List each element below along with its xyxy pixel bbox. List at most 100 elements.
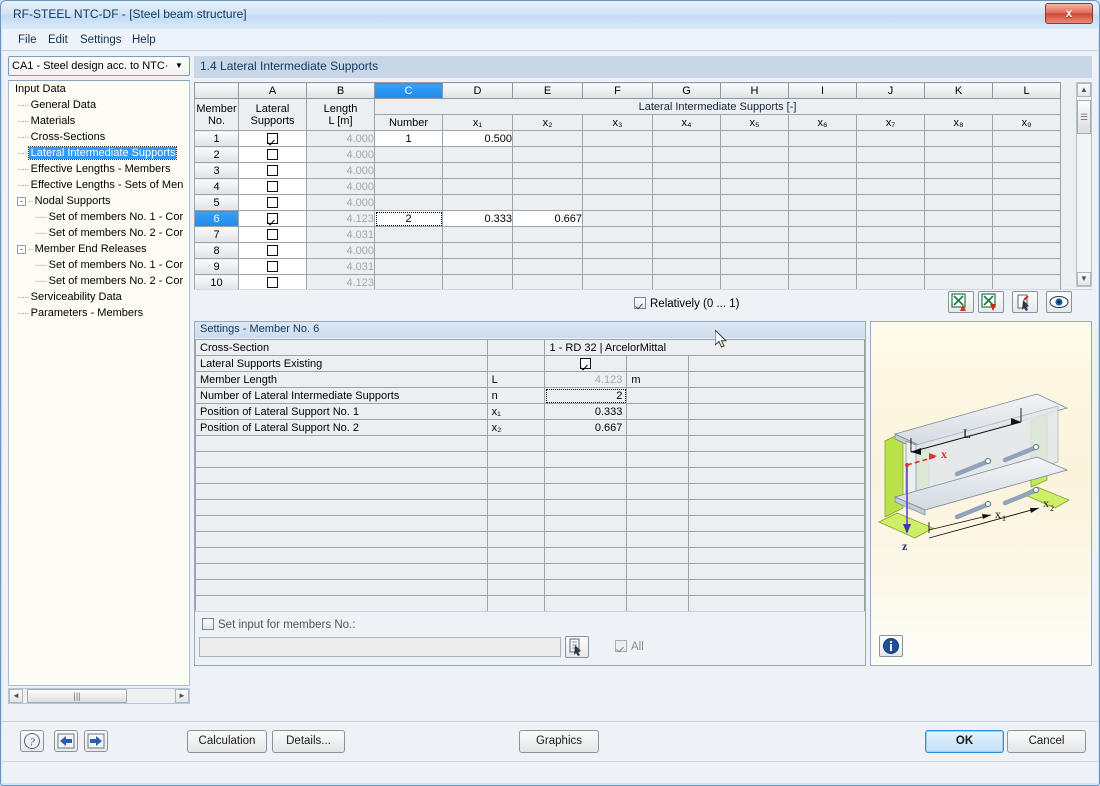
x2-cell[interactable]: 0.667	[512, 210, 583, 227]
settings-empty-row[interactable]	[195, 531, 865, 548]
settings-empty-row[interactable]	[195, 563, 865, 580]
empty-cell[interactable]	[788, 210, 857, 227]
x1-cell[interactable]	[442, 162, 513, 179]
x1-cell[interactable]	[442, 178, 513, 195]
empty-cell[interactable]	[924, 210, 993, 227]
settings-value[interactable]: 2	[544, 387, 628, 404]
empty-cell[interactable]	[788, 226, 857, 243]
row-header-9[interactable]: 9	[194, 258, 239, 275]
chevron-down-icon[interactable]: ▼	[171, 57, 187, 75]
empty-cell[interactable]	[652, 242, 721, 259]
tree-item-set-of-members-no-1-cor[interactable]: ····· Set of members No. 1 - Cor	[9, 257, 189, 273]
length-cell[interactable]: 4.000	[306, 242, 375, 259]
design-case-combobox[interactable]: CA1 - Steel design acc. to NTC· ▼	[8, 56, 190, 76]
cross-section-value[interactable]: 1 - RD 32 | ArcelorMittal	[544, 339, 865, 356]
empty-cell[interactable]	[788, 242, 857, 259]
table-row[interactable]: 6 4.123 2 0.333 0.667	[194, 210, 1061, 227]
settings-empty-row[interactable]	[195, 499, 865, 516]
empty-cell[interactable]	[992, 258, 1061, 275]
table-row[interactable]: 5 4.000	[194, 194, 1061, 211]
row-header-5[interactable]: 5	[194, 194, 239, 211]
table-row[interactable]: 7 4.031	[194, 226, 1061, 243]
empty-cell[interactable]	[720, 178, 789, 195]
settings-value[interactable]	[544, 579, 628, 596]
settings-row[interactable]: Member Length L 4.123 m	[195, 371, 865, 388]
empty-cell[interactable]	[856, 242, 925, 259]
tree-item-member-end-releases[interactable]: - ·· Member End Releases	[9, 241, 189, 257]
x2-cell[interactable]	[512, 130, 583, 147]
length-cell[interactable]: 4.031	[306, 226, 375, 243]
length-cell[interactable]: 4.000	[306, 178, 375, 195]
x2-cell[interactable]	[512, 146, 583, 163]
empty-cell[interactable]	[788, 194, 857, 211]
checkbox-indicator[interactable]	[580, 358, 592, 370]
empty-cell[interactable]	[924, 178, 993, 195]
settings-empty-row[interactable]	[195, 483, 865, 500]
empty-cell[interactable]	[924, 226, 993, 243]
empty-cell[interactable]	[856, 178, 925, 195]
info-button[interactable]	[879, 635, 903, 657]
settings-table[interactable]: Cross-Section 1 - RD 32 | ArcelorMittal La…	[195, 339, 865, 613]
x1-cell[interactable]: 0.333	[442, 210, 513, 227]
table-row[interactable]: 2 4.000	[194, 146, 1061, 163]
row-header-1[interactable]: 1	[194, 130, 239, 147]
column-header-D[interactable]: D	[442, 82, 513, 99]
column-header-C[interactable]: C	[374, 82, 443, 99]
empty-cell[interactable]	[720, 226, 789, 243]
checkbox-indicator[interactable]	[267, 261, 278, 273]
column-header-A[interactable]: A	[238, 82, 307, 99]
members-input[interactable]	[199, 637, 561, 657]
checkbox-indicator[interactable]	[267, 133, 278, 145]
length-cell[interactable]: 4.000	[306, 194, 375, 211]
relatively-checkbox[interactable]: Relatively (0 ... 1)	[634, 297, 739, 310]
column-header-F[interactable]: F	[582, 82, 653, 99]
lateral-supports-checkbox-cell[interactable]	[238, 194, 307, 211]
empty-cell[interactable]	[992, 242, 1061, 259]
settings-value[interactable]: 0.667	[544, 419, 628, 436]
tree-item-effective-lengths-sets-of-men[interactable]: ····· Effective Lengths - Sets of Men	[9, 177, 189, 193]
column-header-H[interactable]: H	[720, 82, 789, 99]
tree-expander-icon[interactable]: -	[17, 196, 26, 206]
empty-cell[interactable]	[652, 194, 721, 211]
empty-cell[interactable]	[720, 210, 789, 227]
column-header-G[interactable]: G	[652, 82, 721, 99]
empty-cell[interactable]	[652, 178, 721, 195]
x1-cell[interactable]	[442, 242, 513, 259]
export-excel-down-button[interactable]	[978, 291, 1004, 313]
empty-cell[interactable]	[652, 210, 721, 227]
lateral-supports-checkbox-cell[interactable]	[238, 226, 307, 243]
x2-cell[interactable]	[512, 242, 583, 259]
checkbox-indicator[interactable]	[267, 277, 278, 289]
empty-cell[interactable]	[788, 162, 857, 179]
settings-value[interactable]	[544, 595, 628, 612]
row-header-3[interactable]: 3	[194, 162, 239, 179]
number-cell[interactable]	[374, 242, 443, 259]
tree-item-effective-lengths-members[interactable]: ····· Effective Lengths - Members	[9, 161, 189, 177]
menu-help[interactable]: Help	[126, 32, 162, 48]
set-input-checkbox[interactable]: Set input for members No.:	[202, 618, 355, 631]
empty-cell[interactable]	[856, 162, 925, 179]
tree-item-parameters-members[interactable]: ····· Parameters - Members	[9, 305, 189, 321]
empty-cell[interactable]	[582, 194, 653, 211]
scroll-up-arrow-icon[interactable]: ▲	[1077, 83, 1091, 97]
details-button[interactable]: Details...	[272, 730, 345, 753]
row-header-4[interactable]: 4	[194, 178, 239, 195]
checkbox-indicator[interactable]	[267, 229, 278, 241]
column-header-I[interactable]: I	[788, 82, 857, 99]
empty-cell[interactable]	[720, 146, 789, 163]
empty-cell[interactable]	[856, 210, 925, 227]
row-header-2[interactable]: 2	[194, 146, 239, 163]
tree-item-materials[interactable]: ····· Materials	[9, 113, 189, 129]
empty-cell[interactable]	[924, 162, 993, 179]
checkbox-indicator[interactable]	[267, 181, 278, 193]
settings-value[interactable]: 4.123	[544, 371, 628, 388]
empty-cell[interactable]	[582, 242, 653, 259]
number-cell[interactable]: 2	[374, 210, 443, 227]
settings-value[interactable]	[544, 435, 628, 452]
previous-button[interactable]	[54, 730, 78, 752]
lateral-supports-checkbox-cell[interactable]	[238, 258, 307, 275]
empty-cell[interactable]	[720, 162, 789, 179]
number-cell[interactable]	[374, 178, 443, 195]
table-row[interactable]: 3 4.000	[194, 162, 1061, 179]
empty-cell[interactable]	[582, 162, 653, 179]
